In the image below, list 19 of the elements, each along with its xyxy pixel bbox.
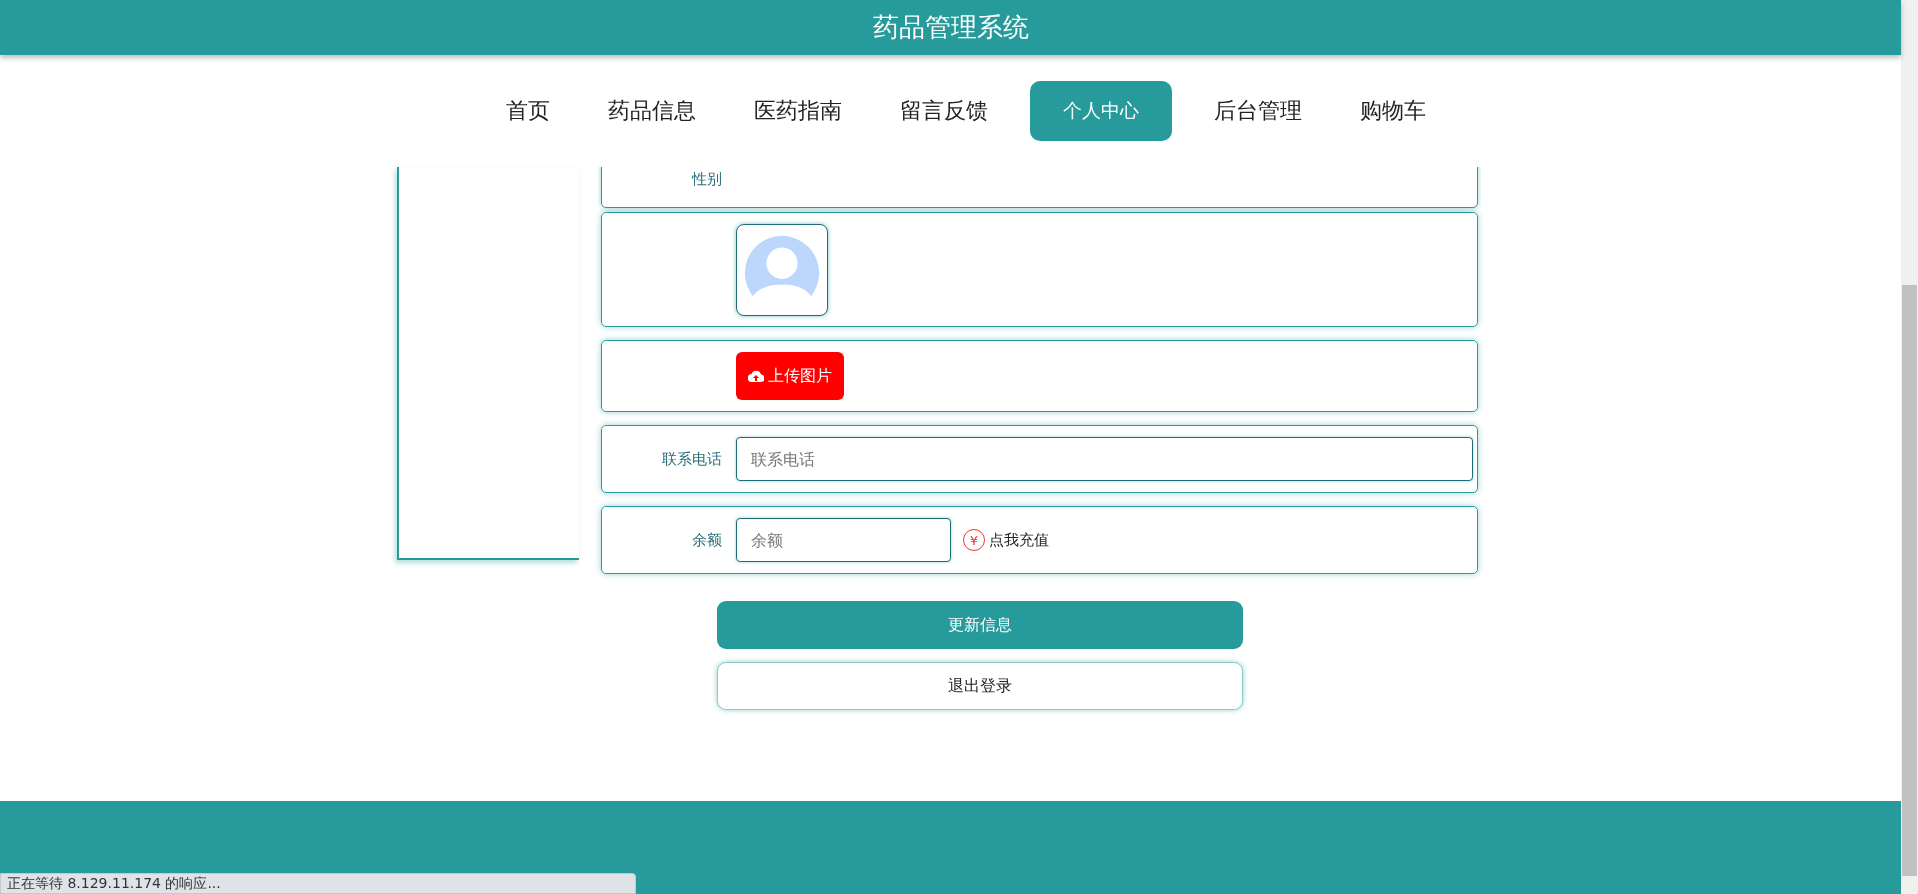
field-label: 余额 (691, 530, 723, 550)
nav-tab[interactable]: 留言反馈 (873, 81, 1014, 141)
phone-input[interactable]: 联系电话 (736, 437, 1473, 481)
logout-button[interactable]: 退出登录 (716, 662, 1243, 710)
recharge-link[interactable]: ¥ 点我充值 (963, 529, 1049, 551)
status-bar: 正在等待 8.129.11.174 的响应... (0, 873, 636, 894)
site-title: 药品管理系统 (872, 11, 1029, 44)
scrollbar[interactable] (1901, 0, 1918, 894)
balance-input[interactable]: 余额 (736, 518, 951, 562)
cloud-upload-icon (748, 370, 764, 382)
nav-tab[interactable]: 首页 (479, 81, 576, 141)
upload-button[interactable]: 上传图片 (736, 352, 844, 400)
nav-tab[interactable]: 医药指南 (727, 81, 868, 141)
nav-tab[interactable]: 购物车 (1333, 81, 1452, 141)
field-label: 性别 (690, 170, 723, 189)
field-label: 联系电话 (661, 449, 723, 469)
nav-tab[interactable]: 药品信息 (581, 81, 722, 141)
avatar-icon (736, 223, 828, 316)
nav-tab[interactable]: 后台管理 (1187, 81, 1328, 141)
